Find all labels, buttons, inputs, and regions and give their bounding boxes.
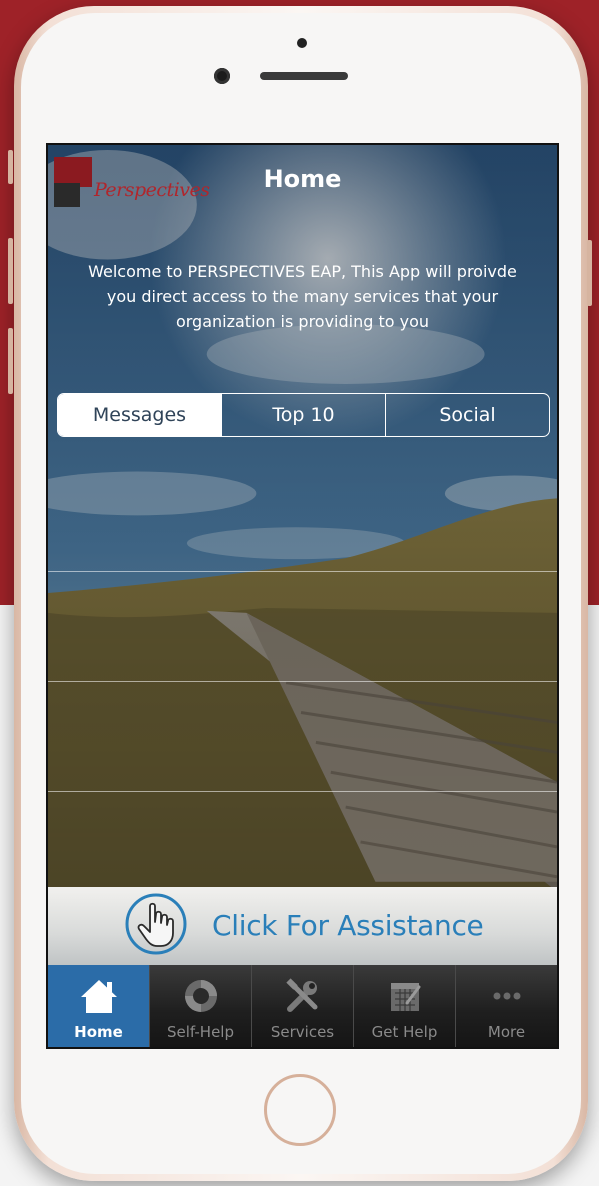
tabbar-label: Self-Help bbox=[167, 1023, 234, 1041]
volume-up-button bbox=[8, 238, 13, 304]
welcome-line-2: you direct access to the many services t… bbox=[106, 287, 499, 306]
welcome-line-1: Welcome to PERSPECTIVES EAP, This App wi… bbox=[88, 262, 517, 281]
assistance-label: Click For Assistance bbox=[212, 909, 484, 942]
hand-pointer-icon bbox=[125, 893, 187, 955]
tabbar-label: More bbox=[487, 1023, 526, 1041]
tabbar-item-home[interactable]: Home bbox=[48, 965, 149, 1047]
tab-messages[interactable]: Messages bbox=[58, 394, 221, 436]
tab-top-10[interactable]: Top 10 bbox=[221, 394, 385, 436]
welcome-message: Welcome to PERSPECTIVES EAP, This App wi… bbox=[74, 259, 531, 334]
more-dots-icon bbox=[493, 992, 520, 1000]
app-screen: Perspectives Home Welcome to PERSPECTIVE… bbox=[46, 143, 559, 1049]
list-separator bbox=[48, 681, 557, 682]
house-icon bbox=[80, 980, 117, 1013]
list-separator bbox=[48, 791, 557, 792]
mute-switch bbox=[8, 150, 13, 184]
tabbar-item-self-help[interactable]: Self-Help bbox=[149, 965, 251, 1047]
segmented-control: Messages Top 10 Social bbox=[57, 393, 550, 437]
tabbar-label: Services bbox=[270, 1023, 335, 1041]
lifebuoy-icon bbox=[184, 980, 217, 1012]
home-button[interactable] bbox=[264, 1074, 336, 1146]
list-separator bbox=[48, 571, 557, 572]
earpiece-speaker bbox=[260, 72, 348, 80]
front-camera-icon bbox=[214, 68, 230, 84]
bottom-tab-bar: Home Self-Help Services Get Help More bbox=[48, 965, 557, 1047]
assistance-banner[interactable]: Click For Assistance bbox=[48, 887, 557, 965]
tabbar-label: Home bbox=[74, 1023, 123, 1041]
tabbar-label: Get Help bbox=[371, 1023, 438, 1041]
tabbar-item-more[interactable]: More bbox=[455, 965, 557, 1047]
proximity-sensor bbox=[297, 38, 307, 48]
tools-icon bbox=[285, 978, 317, 1012]
power-button bbox=[587, 240, 592, 306]
page-title: Home bbox=[263, 165, 342, 193]
calendar-icon bbox=[390, 983, 420, 1011]
volume-down-button bbox=[8, 328, 13, 394]
tabbar-item-get-help[interactable]: Get Help bbox=[353, 965, 455, 1047]
welcome-line-3: organization is providing to you bbox=[175, 312, 430, 331]
tab-social[interactable]: Social bbox=[385, 394, 549, 436]
tabbar-item-services[interactable]: Services bbox=[251, 965, 353, 1047]
